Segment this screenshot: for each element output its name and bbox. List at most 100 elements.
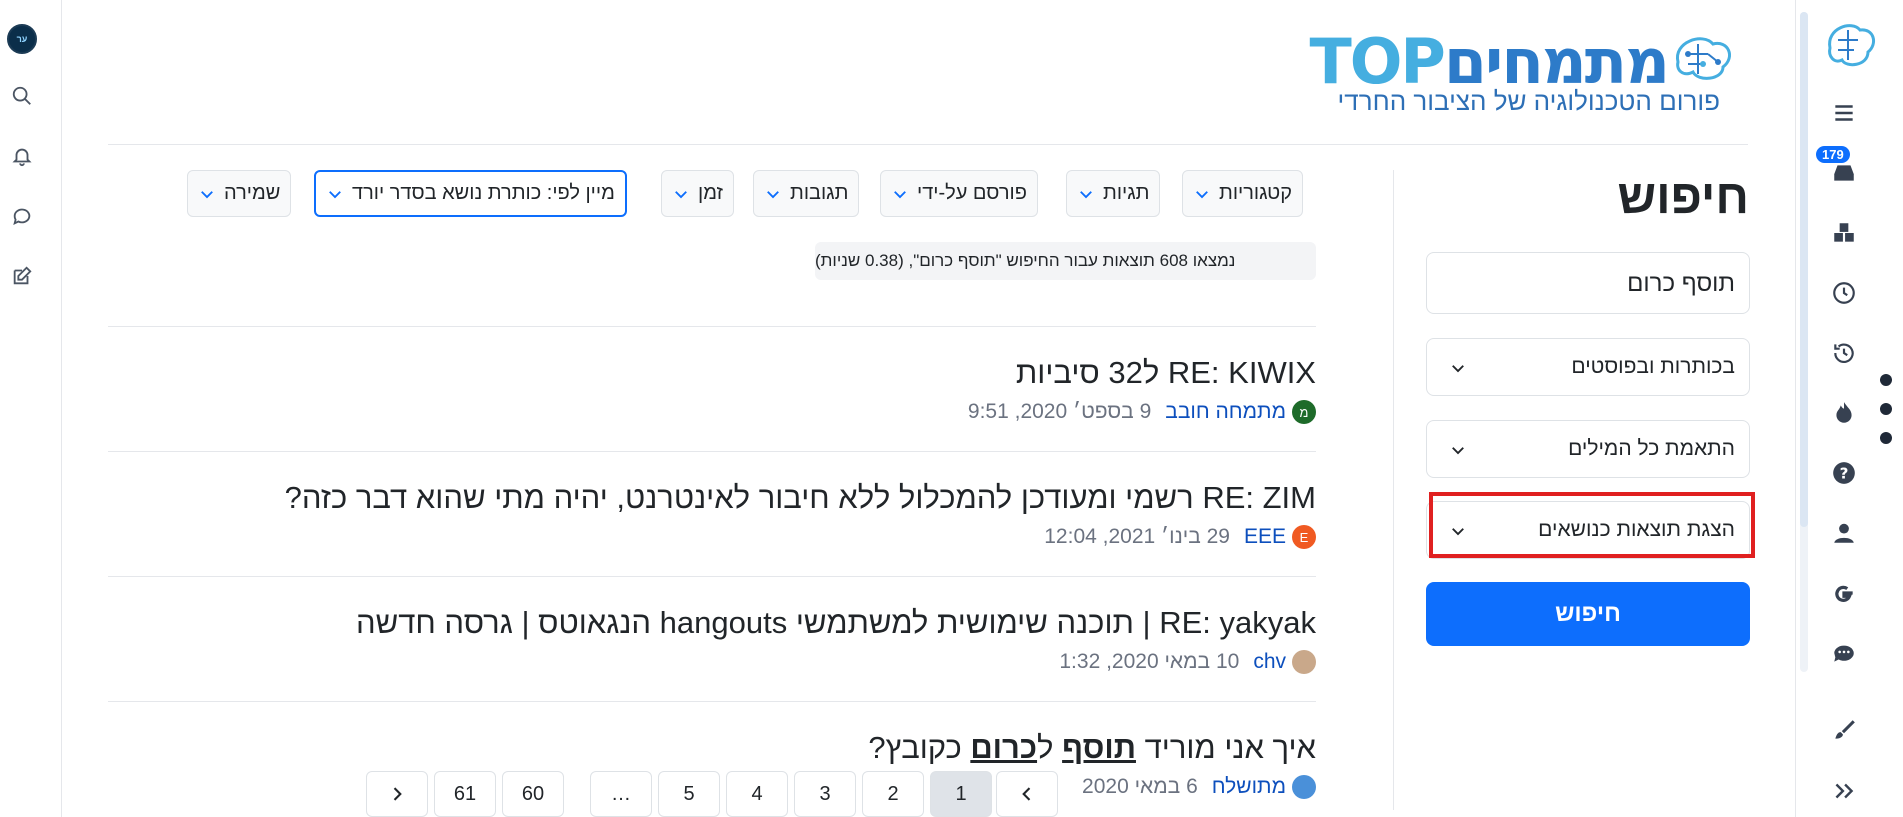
title-highlight: תוסף [1062,730,1136,765]
page-ellipsis[interactable]: … [590,771,652,817]
categories-icon[interactable] [1829,218,1859,248]
history-icon[interactable] [1829,338,1859,368]
filter-sort[interactable]: מיין לפי: כותרת נושא בסדר יורד [314,170,627,217]
avatar-text: ער [16,34,28,44]
filter-save-label: שמירה [224,182,281,204]
result-meta: E EEE 29 בינו׳ 2021, 12:04 [1044,525,1316,549]
user-avatar[interactable]: ער [7,24,37,54]
match-words-select[interactable]: התאמת כל המילים [1426,420,1750,478]
search-input-value: תוסף כרום [1627,270,1735,297]
menu-icon[interactable] [1829,98,1859,128]
chats-icon[interactable] [1829,638,1859,668]
result-count: נמצאו 608 תוצאות עבור החיפוש "תוסף כרום"… [815,242,1316,280]
match-words-label: התאמת כל המילים [1568,437,1735,460]
search-button[interactable]: חיפוש [1426,582,1750,646]
result-row: RE: ZIM רשמי ומעודכן להמכלול ללא חיבור ל… [108,451,1316,576]
page-button[interactable]: 2 [862,771,924,817]
popular-icon[interactable] [1829,398,1859,428]
filter-replies[interactable]: תגובות [753,170,860,217]
page-button[interactable]: 4 [726,771,788,817]
search-panel: חיפוש תוסף כרום בכותרות ובפוסטים התאמת כ… [1393,170,1755,810]
brush-icon[interactable] [1829,715,1859,745]
page-title: חיפוש [1617,171,1749,224]
page-button[interactable]: 61 [434,771,496,817]
chevron-down-icon [1080,190,1092,198]
recent-icon[interactable] [1829,278,1859,308]
next-page-button[interactable] [366,771,428,817]
prev-page-button[interactable] [996,771,1058,817]
result-row: RE: KIWIX ל32 סיביות מ מתמחה חובב 9 בספט… [108,326,1316,451]
header: TOPמתמחים פורום הטכנולוגיה של הציבור החר… [108,0,1748,145]
result-date: 9 בספט׳ 2020, 9:51 [967,400,1152,423]
filter-tags[interactable]: תגיות [1066,170,1161,217]
current-page-button[interactable]: 1 [930,771,992,817]
site-logo[interactable]: TOPמתמחים פורום הטכנולוגיה של הציבור החר… [1288,30,1738,120]
result-user[interactable]: chv [1253,650,1286,674]
bell-icon[interactable] [9,143,35,169]
brain-logo-icon[interactable] [1822,18,1878,74]
chevron-right-icon [393,787,402,801]
search-in-select[interactable]: בכותרות ובפוסטים [1426,338,1750,396]
filter-replies-label: תגובות [790,182,849,204]
expand-icon[interactable] [1829,776,1859,806]
result-meta: chv 10 במאי 2020, 1:32 [1059,650,1316,674]
result-title[interactable]: RE: ZIM רשמי ומעודכן להמכלול ללא חיבור ל… [285,480,1316,516]
filter-bar: קטגוריות תגיות פורסם על-ידי תגובות זמן מ… [0,170,1320,218]
chevron-down-icon [329,190,341,198]
filter-time[interactable]: זמן [661,170,734,217]
scrollbar-thumb[interactable] [1800,12,1808,527]
title-part: ל [1037,730,1063,765]
result-user[interactable]: EEE [1244,525,1286,549]
filter-time-label: זמן [698,182,723,204]
user-avatar[interactable] [1292,775,1316,799]
chevron-down-icon [675,190,687,198]
user-avatar[interactable]: מ [1292,400,1316,424]
chevron-down-icon [767,190,779,198]
result-date: 6 במאי 2020 [1082,775,1198,798]
result-user[interactable]: מתושלח [1212,775,1286,799]
result-user[interactable]: מתמחה חובב [1165,400,1286,424]
google-icon[interactable] [1829,578,1859,608]
logo-title: TOPמתמחים [1309,30,1670,94]
pagination: 61 60 … 5 4 3 2 1 [366,771,1066,817]
filter-tags-label: תגיות [1103,182,1150,204]
svg-text:?: ? [1840,464,1849,482]
result-title[interactable]: RE: yakyak | תוכנה שימושית למשתמשי hango… [356,605,1316,641]
result-row: RE: yakyak | תוכנה שימושית למשתמשי hango… [108,576,1316,701]
chevron-down-icon [1452,447,1464,455]
help-icon[interactable]: ? [1829,458,1859,488]
chevron-down-icon [1196,190,1208,198]
search-in-label: בכותרות ובפוסטים [1571,355,1735,378]
page-button[interactable]: 3 [794,771,856,817]
result-meta: מ מתמחה חובב 9 בספט׳ 2020, 9:51 [968,400,1316,424]
page-button[interactable]: 60 [502,771,564,817]
brain-circuit-icon [1676,37,1731,80]
search-input[interactable]: תוסף כרום [1426,252,1750,314]
result-date: 29 בינו׳ 2021, 12:04 [1044,525,1230,548]
chevron-down-icon [201,190,213,198]
search-icon[interactable] [9,83,35,109]
carousel-dots[interactable] [1880,374,1892,461]
user-avatar[interactable]: E [1292,525,1316,549]
result-date: 10 במאי 2020, 1:32 [1059,650,1240,673]
show-results-label: הצגת תוצאות כנושאים [1538,518,1735,541]
compose-icon[interactable] [9,263,35,289]
chevron-down-icon [1452,528,1464,536]
filter-sort-label: מיין לפי: כותרת נושא בסדר יורד [352,182,615,204]
filter-save[interactable]: שמירה [187,170,292,217]
logo-subtitle: פורום הטכנולוגיה של הציבור החרדי [1337,86,1720,116]
right-sidebar: 179 ? [1795,0,1903,817]
result-title[interactable]: RE: KIWIX ל32 סיביות [1016,355,1316,391]
filter-categories[interactable]: קטגוריות [1182,170,1303,217]
result-title[interactable]: איך אני מוריד תוסף לכרום כקובץ? [868,730,1316,766]
notification-badge: 179 [1816,146,1850,163]
filter-posted-by[interactable]: פורסם על-ידי [880,170,1038,217]
chevron-down-icon [894,190,906,198]
page-button[interactable]: 5 [658,771,720,817]
chevron-left-icon [1022,787,1031,801]
show-results-select[interactable]: הצגת תוצאות כנושאים [1426,501,1750,559]
user-icon[interactable] [1829,518,1859,548]
chevron-down-icon [1452,365,1464,373]
user-avatar[interactable] [1292,650,1316,674]
filter-categories-label: קטגוריות [1219,182,1292,204]
